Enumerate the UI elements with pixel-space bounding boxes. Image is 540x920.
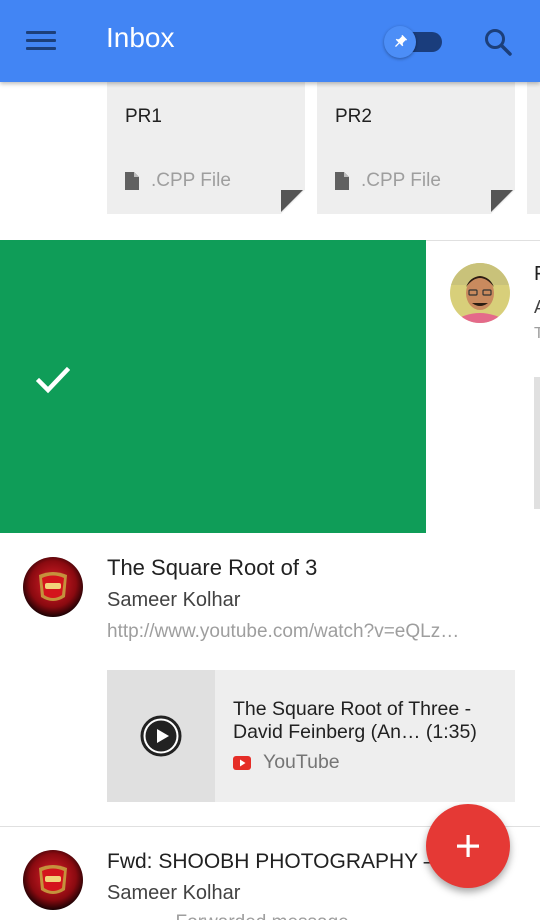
video-preview-card[interactable]: The Square Root of Three - David Feinber…	[107, 670, 515, 802]
pin-icon	[384, 26, 416, 58]
attachment-card[interactable]: PR1 .CPP File	[107, 82, 305, 214]
snippet-fragment: T	[534, 325, 540, 343]
attachment-edge	[534, 377, 540, 509]
email-row[interactable]: The Square Root of 3 Sameer Kolhar http:…	[0, 533, 540, 827]
email-sender: Sameer Kolhar	[107, 882, 241, 904]
attachments-section: PR1 .CPP File PR2 .CPP File	[0, 82, 540, 240]
mark-done-background	[0, 240, 426, 533]
email-subject: The Square Root of 3	[107, 555, 318, 580]
search-icon[interactable]	[482, 26, 514, 58]
youtube-icon	[233, 755, 251, 770]
video-source: YouTube	[233, 751, 340, 774]
attachment-name: PR2	[335, 106, 372, 127]
subject-fragment: F	[534, 263, 540, 286]
avatar[interactable]	[23, 850, 83, 910]
avatar[interactable]	[23, 557, 83, 617]
file-icon	[335, 172, 349, 190]
attachment-type: .CPP File	[335, 170, 441, 192]
hamburger-menu-icon[interactable]	[26, 31, 58, 53]
swiped-email-row[interactable]: F A T	[0, 240, 540, 533]
app-bar: Inbox	[0, 0, 540, 82]
attachment-type-label: .CPP File	[151, 170, 231, 191]
page-fold-shadow	[491, 190, 513, 212]
page-title: Inbox	[106, 22, 175, 53]
page-fold-shadow	[281, 190, 303, 212]
pin-toggle[interactable]	[384, 26, 444, 58]
attachment-type: .CPP File	[125, 170, 231, 192]
swiped-email-card[interactable]: F A T	[426, 240, 540, 533]
video-title: The Square Root of Three - David Feinber…	[233, 698, 477, 743]
checkmark-icon	[36, 366, 70, 394]
attachment-type-label: .CPP File	[361, 170, 441, 191]
attachment-card[interactable]: PR2 .CPP File	[317, 82, 515, 214]
email-snippet: http://www.youtube.com/watch?v=eQLz…	[107, 621, 460, 642]
avatar[interactable]	[450, 263, 510, 323]
sender-fragment: A	[534, 297, 540, 318]
plus-icon	[457, 835, 479, 857]
video-source-label: YouTube	[263, 751, 340, 773]
attachment-card-partial[interactable]	[527, 82, 540, 214]
attachment-name: PR1	[125, 106, 162, 127]
compose-fab-button[interactable]	[426, 804, 510, 888]
email-sender: Sameer Kolhar	[107, 589, 241, 611]
email-snippet: ---------- Forwarded message ----------	[107, 912, 517, 920]
video-thumbnail	[107, 670, 215, 802]
play-icon[interactable]	[140, 715, 182, 757]
file-icon	[125, 172, 139, 190]
